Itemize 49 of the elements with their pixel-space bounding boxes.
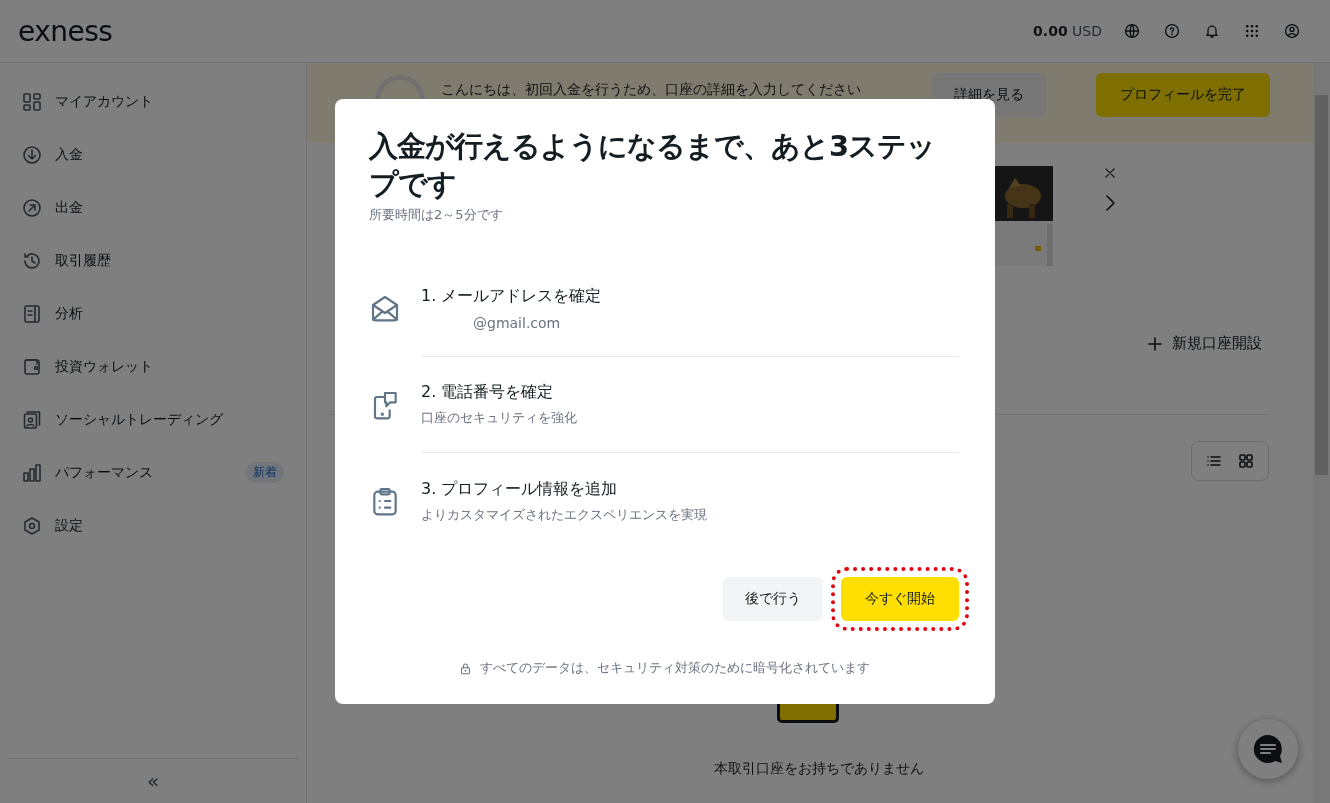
security-note: すべてのデータは、セキュリティ対策のために暗号化されています bbox=[479, 659, 870, 677]
settings-icon bbox=[22, 515, 42, 536]
sidebar-item[interactable]: 投資ウォレット bbox=[0, 340, 306, 393]
close-icon bbox=[1103, 166, 1117, 180]
sidebar-item[interactable]: 出金 bbox=[0, 181, 306, 234]
new-badge: 新着 bbox=[246, 462, 284, 483]
collapse-button[interactable]: « bbox=[142, 769, 164, 793]
balance-amount: 0.00 bbox=[1033, 23, 1068, 39]
grid-view-icon[interactable] bbox=[1239, 454, 1253, 468]
new-account-button[interactable]: 新規口座開設 bbox=[1142, 333, 1268, 354]
scrollbar[interactable] bbox=[1313, 63, 1330, 803]
modal-title: 入金が行えるようになるまで、あと3ステップです bbox=[369, 128, 937, 203]
apps-grid-icon[interactable] bbox=[1244, 23, 1260, 39]
step-detail: よりカスタマイズされたエクスペリエンスを実現 bbox=[421, 505, 708, 524]
bell-icon[interactable] bbox=[1204, 23, 1220, 39]
step-detail: 口座のセキュリティを強化 bbox=[421, 409, 578, 427]
sidebar-item[interactable]: 入金 bbox=[0, 128, 306, 181]
list-view-icon[interactable] bbox=[1207, 454, 1221, 468]
help-icon[interactable] bbox=[1164, 23, 1180, 39]
wallet-icon bbox=[22, 356, 42, 377]
sidebar-item[interactable]: 分析 bbox=[0, 287, 306, 340]
banner-text: こんにちは、初回入金を行うため、口座の詳細を入力してください bbox=[441, 81, 862, 99]
sidebar-item[interactable]: 取引履歴 bbox=[0, 234, 306, 287]
chat-bubble-icon bbox=[1251, 732, 1285, 766]
modal-subtitle: 所要時間は2～5分です bbox=[369, 206, 504, 224]
step-title: 3. プロフィール情報を追加 bbox=[421, 478, 619, 500]
sidebar-item[interactable]: パフォーマンス 新着 bbox=[0, 446, 306, 499]
step-detail: @gmail.com bbox=[472, 315, 562, 331]
balance-currency: USD bbox=[1072, 23, 1102, 39]
empty-accounts-text: 本取引口座をお持ちでありません bbox=[712, 760, 925, 778]
portrait-icon bbox=[22, 409, 42, 430]
report-icon bbox=[22, 303, 42, 324]
chevron-right-icon[interactable] bbox=[1104, 194, 1116, 212]
bar-chart-icon bbox=[22, 462, 42, 483]
chat-button[interactable] bbox=[1238, 719, 1298, 779]
sidebar-item[interactable]: 設定 bbox=[0, 499, 306, 552]
step-title: 2. 電話番号を確定 bbox=[421, 382, 555, 403]
user-icon[interactable] bbox=[1284, 23, 1300, 39]
globe-icon[interactable] bbox=[1124, 23, 1140, 39]
complete-profile-button[interactable]: プロフィールを完了 bbox=[1096, 73, 1270, 117]
lock-icon bbox=[458, 661, 472, 675]
plus-icon bbox=[1148, 336, 1162, 351]
sidebar-item[interactable]: ソーシャルトレーディング bbox=[0, 393, 306, 446]
history-icon bbox=[22, 250, 42, 271]
grid-icon bbox=[22, 91, 42, 112]
later-button[interactable]: 後で行う bbox=[723, 577, 823, 621]
sidebar-item[interactable]: マイアカウント bbox=[0, 75, 306, 128]
step-title: 1. メールアドレスを確定 bbox=[421, 286, 603, 307]
logo[interactable]: exness bbox=[18, 14, 113, 48]
